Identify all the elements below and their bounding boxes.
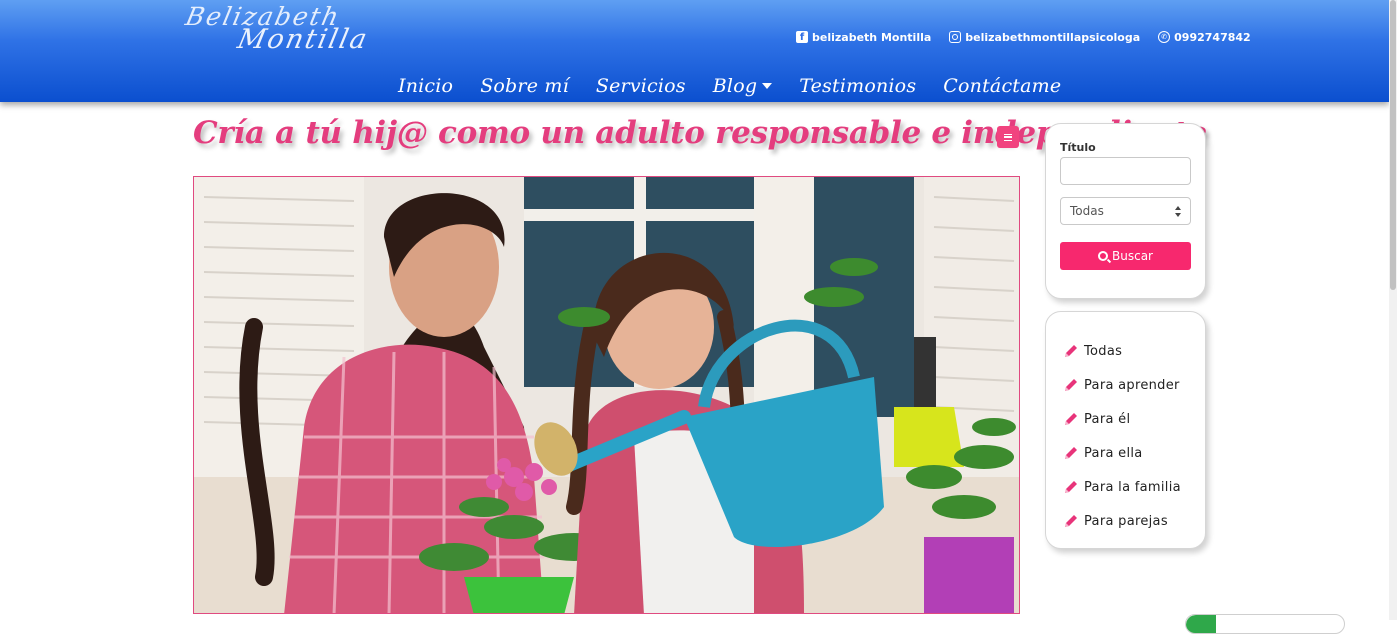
nav-item-testimonios[interactable]: Testimonios [799, 75, 916, 97]
social-label-facebook: belizabeth Montilla [812, 30, 932, 44]
category-label: Para ella [1084, 445, 1143, 461]
pencil-icon [1065, 515, 1077, 527]
category-item[interactable]: Para él [1063, 402, 1181, 436]
search-button[interactable]: Buscar [1060, 242, 1191, 270]
social-link-facebook[interactable]: f belizabeth Montilla [796, 31, 931, 44]
site-header: Belizabeth Montilla f belizabeth Montill… [0, 0, 1389, 102]
title-field-label: Título [1060, 141, 1096, 154]
post-featured-image [193, 176, 1020, 614]
social-links: f belizabeth Montilla belizabethmontilla… [796, 28, 1251, 46]
logo-line-2: Montilla [234, 24, 372, 55]
nav-item-servicios[interactable]: Servicios [596, 75, 686, 97]
social-label-instagram: belizabethmontillapsicologa [965, 30, 1141, 44]
categories-card: Todas Para aprender Para él Para ella Para l… [1045, 311, 1206, 549]
mother-daughter-watering-plants-image [194, 177, 1019, 613]
pencil-icon [1065, 345, 1077, 357]
instagram-icon [949, 31, 962, 43]
caret-down-icon [762, 83, 773, 89]
category-select[interactable]: Todas [1060, 197, 1191, 225]
category-item[interactable]: Para ella [1063, 436, 1181, 470]
site-logo[interactable]: Belizabeth Montilla [180, 2, 400, 58]
chat-widget-icon [1186, 615, 1216, 633]
scrollbar-thumb[interactable] [1390, 0, 1396, 290]
category-select-value: Todas [1070, 204, 1104, 218]
category-item[interactable]: Todas [1063, 334, 1181, 368]
pencil-icon [1065, 447, 1077, 459]
pencil-icon [1065, 379, 1077, 391]
social-link-whatsapp[interactable]: ✆ 0992747842 [1158, 31, 1251, 44]
hamburger-icon [1004, 133, 1012, 141]
post-title: Cría a tú hij@ como un adulto responsabl… [193, 115, 1207, 151]
social-link-instagram[interactable]: belizabethmontillapsicologa [949, 31, 1140, 44]
post-menu-button[interactable] [997, 126, 1019, 148]
nav-item-sobre-mi[interactable]: Sobre mí [480, 75, 569, 97]
page-scrollbar[interactable] [1389, 0, 1397, 620]
main-nav: Inicio Sobre mí Servicios Blog Testimoni… [398, 70, 1061, 102]
search-icon [1098, 251, 1108, 261]
search-card: Título Todas Buscar [1045, 123, 1206, 299]
category-item[interactable]: Para parejas [1063, 504, 1181, 538]
category-label: Todas [1084, 343, 1123, 359]
nav-item-blog-label: Blog [712, 75, 758, 97]
category-label: Para parejas [1084, 513, 1168, 529]
category-list: Todas Para aprender Para él Para ella Para l… [1063, 334, 1181, 538]
category-item[interactable]: Para aprender [1063, 368, 1181, 402]
social-label-whatsapp: 0992747842 [1174, 30, 1251, 44]
nav-item-blog[interactable]: Blog [712, 75, 773, 97]
select-arrows-icon [1175, 206, 1181, 217]
floating-chat-widget[interactable] [1185, 614, 1345, 634]
whatsapp-icon: ✆ [1158, 31, 1171, 43]
nav-item-inicio[interactable]: Inicio [398, 75, 453, 97]
category-label: Para aprender [1084, 377, 1180, 393]
category-item[interactable]: Para la familia [1063, 470, 1181, 504]
pencil-icon [1065, 481, 1077, 493]
category-label: Para él [1084, 411, 1131, 427]
pencil-icon [1065, 413, 1077, 425]
title-search-input[interactable] [1060, 157, 1191, 185]
search-button-label: Buscar [1112, 249, 1153, 263]
category-label: Para la familia [1084, 479, 1181, 495]
facebook-icon: f [796, 31, 808, 43]
nav-item-contactame[interactable]: Contáctame [943, 75, 1061, 97]
